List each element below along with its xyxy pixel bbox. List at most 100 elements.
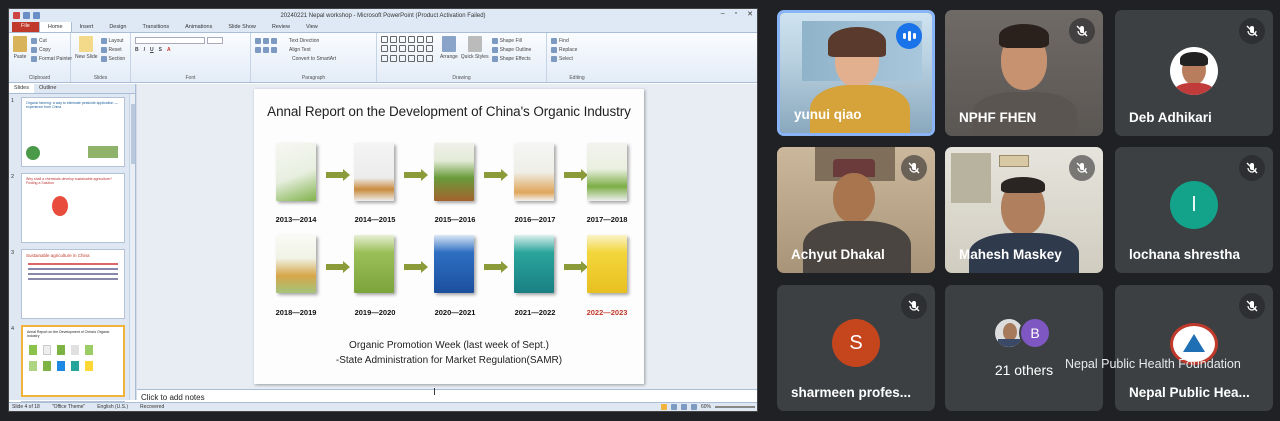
- shape-icon[interactable]: [381, 54, 388, 62]
- participant-tile-others[interactable]: B 21 others: [945, 285, 1103, 411]
- replace-button[interactable]: Replace: [551, 45, 603, 54]
- cut-button[interactable]: Cut: [31, 36, 72, 45]
- shape-icon[interactable]: [390, 45, 397, 53]
- shape-icon[interactable]: [390, 36, 397, 43]
- tab-view[interactable]: View: [298, 22, 326, 32]
- avatar: [1170, 47, 1218, 95]
- participant-tile-achyut-dhakal[interactable]: Achyut Dhakal: [777, 147, 935, 273]
- close-icon[interactable]: ✕: [747, 10, 753, 18]
- tab-animations[interactable]: Animations: [177, 22, 220, 32]
- tab-slides-pane[interactable]: Slides: [9, 84, 34, 93]
- participant-tile-nepal-public-health[interactable]: Nepal Public Hea...: [1115, 285, 1273, 411]
- participant-tile-deb-adhikari[interactable]: Deb Adhikari: [1115, 10, 1273, 136]
- find-button[interactable]: Find: [551, 36, 603, 45]
- strike-icon[interactable]: S: [159, 47, 162, 53]
- tab-slide-show[interactable]: Slide Show: [220, 22, 264, 32]
- slide-thumbnail-4[interactable]: Annal Report on the Development of China…: [21, 325, 125, 397]
- shape-icon[interactable]: [390, 54, 397, 62]
- shape-icon[interactable]: [426, 54, 433, 62]
- shape-icon[interactable]: [417, 36, 424, 43]
- shape-icon[interactable]: [399, 45, 406, 53]
- reset-label: Reset: [108, 46, 122, 53]
- shared-screen: 20240221 Nepal workshop - Microsoft Powe…: [8, 8, 758, 412]
- participant-tile-nphf-fhen[interactable]: NPHF FHEN: [945, 10, 1103, 136]
- tab-transitions[interactable]: Transitions: [134, 22, 177, 32]
- bold-icon[interactable]: B: [135, 47, 139, 53]
- tab-insert[interactable]: Insert: [72, 22, 102, 32]
- sorter-view-icon[interactable]: [670, 404, 677, 410]
- shape-icon[interactable]: [381, 36, 388, 43]
- slideshow-view-icon[interactable]: [690, 404, 697, 410]
- bullets-icon[interactable]: [255, 37, 261, 44]
- normal-view-icon[interactable]: [660, 404, 667, 410]
- tab-design[interactable]: Design: [101, 22, 134, 32]
- font-name-box[interactable]: [135, 36, 246, 45]
- text-line: [28, 273, 118, 276]
- slide-thumbnail-1[interactable]: Organic farming: a way to eliminate pest…: [21, 97, 125, 167]
- shape-icon[interactable]: [426, 36, 433, 43]
- shape-icon[interactable]: [399, 36, 406, 43]
- align-left-icon[interactable]: [255, 46, 261, 53]
- align-center-icon[interactable]: [263, 46, 269, 53]
- zoom-slider[interactable]: [715, 406, 755, 408]
- shape-icon[interactable]: [408, 54, 415, 62]
- shape-icon[interactable]: [426, 45, 433, 53]
- current-slide[interactable]: Annal Report on the Development of China…: [254, 89, 644, 384]
- new-slide-button[interactable]: New Slide: [75, 36, 98, 63]
- select-button[interactable]: Select: [551, 54, 603, 63]
- replace-icon: [551, 46, 557, 53]
- font-size-input[interactable]: [207, 37, 223, 44]
- arrow-icon: [484, 261, 508, 273]
- participant-tile-sharmeen[interactable]: S sharmeen profes...: [777, 285, 935, 411]
- font-color-icon[interactable]: A: [167, 47, 171, 53]
- layout-button[interactable]: Layout: [100, 36, 126, 45]
- zoom-level[interactable]: 60%: [701, 404, 711, 410]
- font-name-input[interactable]: [135, 37, 205, 44]
- shape-effects-button[interactable]: Shape Effects: [491, 54, 532, 63]
- numbering-icon[interactable]: [263, 37, 269, 44]
- thumb-scrollbar[interactable]: [129, 94, 135, 400]
- shape-icon[interactable]: [408, 36, 415, 43]
- paste-button[interactable]: Paste: [13, 36, 27, 63]
- indent-icon[interactable]: [271, 37, 277, 44]
- reading-view-icon[interactable]: [680, 404, 687, 410]
- shape-icon[interactable]: [417, 45, 424, 53]
- italic-icon[interactable]: I: [144, 47, 145, 53]
- list-buttons[interactable]: Text Direction: [255, 36, 372, 45]
- shapes-gallery[interactable]: [381, 36, 437, 63]
- scroll-thumb[interactable]: [131, 104, 135, 164]
- format-painter-button[interactable]: Format Painter: [31, 54, 72, 63]
- tab-review[interactable]: Review: [264, 22, 298, 32]
- slide-thumbnail-3[interactable]: Sustainable agriculture in China: [21, 249, 125, 319]
- shape-icon[interactable]: [399, 54, 406, 62]
- convert-smartart-label[interactable]: Convert to SmartArt: [292, 56, 336, 62]
- shape-outline-button[interactable]: Shape Outline: [491, 45, 531, 54]
- align-text-label[interactable]: Align Text: [289, 47, 311, 53]
- slide-thumbnail-2[interactable]: Why shall a chemicals develop sustainabl…: [21, 173, 125, 243]
- section-button[interactable]: Section: [100, 54, 125, 63]
- participant-tile-mahesh-maskey[interactable]: Mahesh Maskey: [945, 147, 1103, 273]
- participant-tile-lochana-shrestha[interactable]: l lochana shrestha: [1115, 147, 1273, 273]
- quick-styles-button[interactable]: Quick Styles: [461, 36, 489, 63]
- reset-button[interactable]: Reset: [100, 45, 126, 54]
- tab-home[interactable]: Home: [38, 21, 72, 32]
- align-buttons[interactable]: Align Text: [255, 45, 372, 54]
- font-format-buttons[interactable]: BIUSA: [135, 45, 246, 54]
- shape-icon[interactable]: [381, 45, 388, 53]
- arrange-button[interactable]: Arrange: [440, 36, 458, 63]
- shape-icon[interactable]: [417, 54, 424, 62]
- tab-file[interactable]: File: [12, 22, 39, 32]
- maximize-icon[interactable]: ▫: [735, 10, 737, 18]
- text-direction-label[interactable]: Text Direction: [289, 38, 319, 44]
- copy-button[interactable]: Copy: [31, 45, 72, 54]
- window-controls[interactable]: – ▫ ✕: [721, 10, 753, 18]
- tab-outline-pane[interactable]: Outline: [34, 84, 61, 93]
- participant-tile-yunui-qiao[interactable]: yunui qiao: [777, 10, 935, 136]
- binoculars-icon: [551, 37, 557, 44]
- minimize-icon[interactable]: –: [721, 10, 725, 18]
- shape-fill-button[interactable]: Shape Fill: [491, 36, 532, 45]
- underline-icon[interactable]: U: [150, 47, 154, 53]
- shape-icon[interactable]: [408, 45, 415, 53]
- language[interactable]: English (U.S.): [97, 404, 128, 410]
- align-right-icon[interactable]: [271, 46, 277, 53]
